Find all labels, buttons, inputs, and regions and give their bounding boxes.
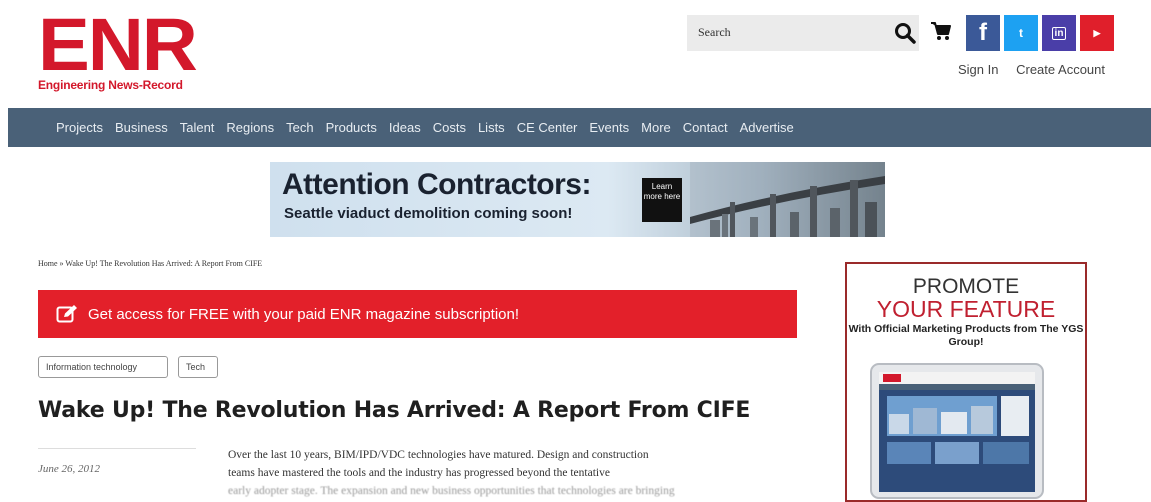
create-account-link[interactable]: Create Account	[1016, 62, 1105, 77]
banner-learn-more-button[interactable]: Learn more here	[642, 178, 682, 222]
article-body-line: Over the last 10 years, BIM/IPD/VDC tech…	[228, 449, 649, 461]
account-links: Sign In Create Account	[958, 62, 1119, 77]
nav-item-advertise[interactable]: Advertise	[740, 120, 794, 135]
nav-item-regions[interactable]: Regions	[226, 120, 274, 135]
nav-item-products[interactable]: Products	[326, 120, 377, 135]
edit-icon	[56, 305, 77, 323]
monitor-image	[870, 363, 1044, 499]
nav-item-tech[interactable]: Tech	[286, 120, 313, 135]
banner-title: Attention Contractors:	[282, 168, 591, 201]
breadcrumb[interactable]: Home » Wake Up! The Revolution Has Arriv…	[38, 259, 262, 268]
linkedin-glyph: in	[1051, 26, 1067, 40]
viaduct-image	[690, 162, 885, 237]
search-input[interactable]: Search	[687, 15, 919, 51]
enr-logo[interactable]: ENR Engineering News-Record	[38, 8, 208, 93]
search-icon[interactable]	[894, 22, 916, 44]
access-text: Get access for FREE with your paid ENR m…	[88, 305, 520, 323]
nav-item-lists[interactable]: Lists	[478, 120, 505, 135]
article-body-line: early adopter stage. The expansion and n…	[228, 485, 675, 497]
banner-ad[interactable]: Attention Contractors: Seattle viaduct d…	[270, 162, 885, 237]
date-divider	[38, 448, 196, 449]
promo-heading-line1: PROMOTE	[912, 275, 1020, 298]
tag-information-technology[interactable]: Information technology	[38, 356, 168, 378]
promo-heading-line2: YOUR FEATURE	[876, 296, 1056, 322]
youtube-glyph: ▶	[1093, 27, 1101, 38]
twitter-icon[interactable]: t	[1004, 15, 1038, 51]
youtube-icon[interactable]: ▶	[1080, 15, 1114, 51]
nav-item-ce-center[interactable]: CE Center	[517, 120, 578, 135]
cart-icon[interactable]	[930, 20, 952, 42]
sign-in-link[interactable]: Sign In	[958, 62, 998, 77]
main-nav: Projects Business Talent Regions Tech Pr…	[8, 108, 1151, 147]
banner-subtitle: Seattle viaduct demolition coming soon!	[284, 205, 573, 222]
promo-ad[interactable]: PROMOTE YOUR FEATURE With Official Marke…	[845, 262, 1087, 502]
subscription-access-banner[interactable]: Get access for FREE with your paid ENR m…	[38, 290, 797, 338]
nav-item-costs[interactable]: Costs	[433, 120, 466, 135]
tag-tech[interactable]: Tech	[178, 356, 218, 378]
search-placeholder: Search	[698, 25, 731, 39]
nav-item-contact[interactable]: Contact	[683, 120, 728, 135]
article-body: Over the last 10 years, BIM/IPD/VDC tech…	[228, 446, 788, 500]
promo-tagline: With Official Marketing Products from Th…	[848, 323, 1084, 348]
nav-item-events[interactable]: Events	[589, 120, 629, 135]
nav-item-ideas[interactable]: Ideas	[389, 120, 421, 135]
facebook-glyph: f	[979, 19, 987, 46]
nav-item-more[interactable]: More	[641, 120, 671, 135]
nav-item-business[interactable]: Business	[115, 120, 168, 135]
nav-item-projects[interactable]: Projects	[56, 120, 103, 135]
article-body-line: teams have mastered the tools and the in…	[228, 467, 610, 479]
twitter-glyph: t	[1019, 26, 1023, 40]
facebook-icon[interactable]: f	[966, 15, 1000, 51]
nav-item-talent[interactable]: Talent	[180, 120, 215, 135]
article-date: June 26, 2012	[38, 463, 101, 475]
logo-mark: ENR	[38, 3, 198, 86]
article-title: Wake Up! The Revolution Has Arrived: A R…	[38, 398, 751, 423]
linkedin-icon[interactable]: in	[1042, 15, 1076, 51]
